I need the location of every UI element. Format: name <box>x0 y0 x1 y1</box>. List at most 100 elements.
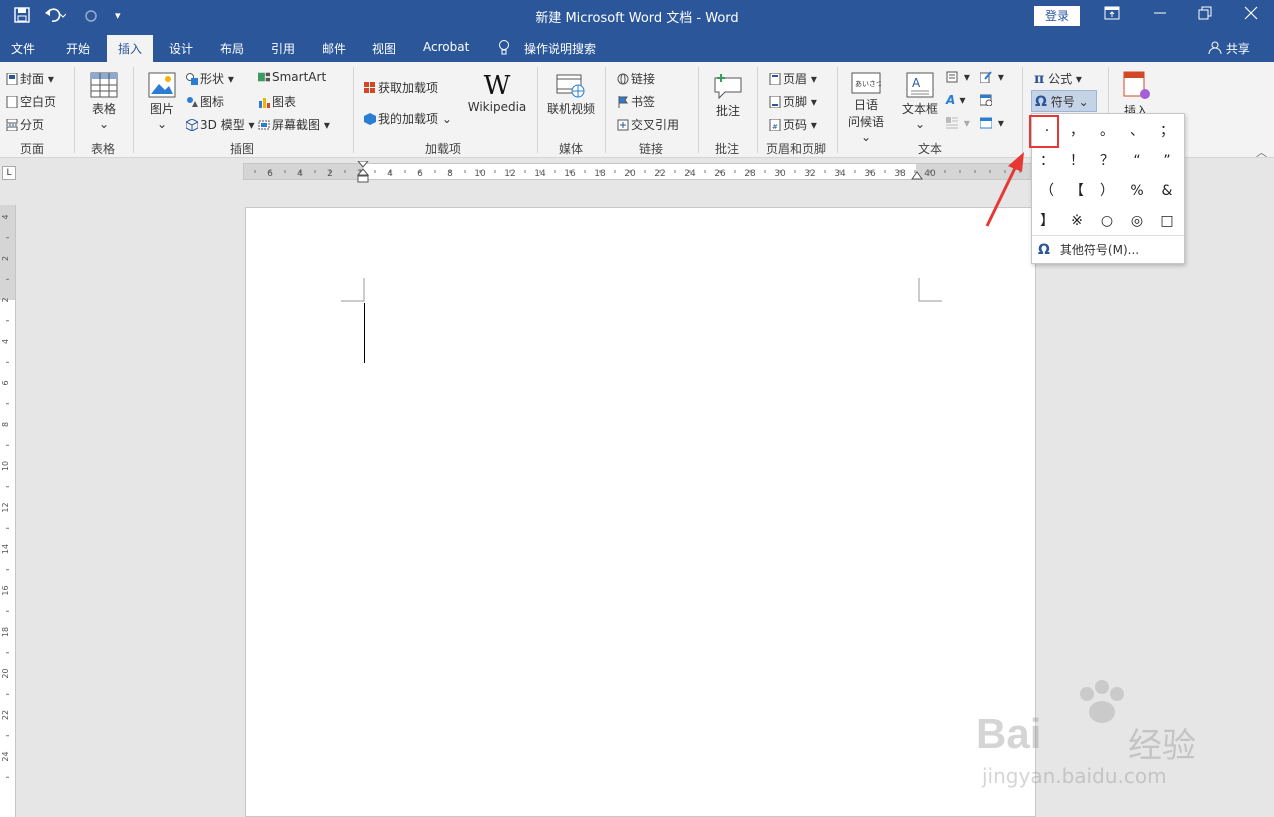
tab-insert[interactable]: 插入 <box>107 35 154 62</box>
symbol-cell[interactable]: ※ <box>1065 209 1089 233</box>
minimize-icon[interactable] <box>1153 6 1167 24</box>
right-indent-marker[interactable] <box>911 170 923 180</box>
smartart-button[interactable]: SmartArt <box>258 70 326 84</box>
ruler-label: 18 <box>1 627 10 637</box>
tab-acrobat[interactable]: Acrobat <box>423 40 469 54</box>
table-button[interactable]: 表格 ⌄ <box>86 72 122 131</box>
ruler-label: 8 <box>447 169 453 179</box>
more-symbols-item[interactable]: Ω 其他符号(M)... <box>1038 241 1139 258</box>
object-button[interactable]: ▾ <box>980 116 1004 130</box>
symbol-cell[interactable]: & <box>1155 179 1179 203</box>
3d-model-label: 3D 模型 <box>200 118 245 132</box>
drop-cap-button[interactable]: ▾ <box>946 116 970 130</box>
icons-button[interactable]: 图标 <box>186 93 224 110</box>
symbol-cell[interactable]: “ <box>1125 149 1149 173</box>
symbol-cell[interactable]: ， <box>1065 119 1089 143</box>
tab-home[interactable]: 开始 <box>66 40 90 57</box>
ruler-label: 2 <box>1 297 10 302</box>
my-addins-button[interactable]: 我的加载项 ⌄ <box>364 110 452 127</box>
symbol-cell[interactable]: 】 <box>1035 209 1059 233</box>
bookmark-button[interactable]: 书签 <box>617 93 655 110</box>
cross-reference-button[interactable]: 交叉引用 <box>617 116 679 133</box>
icons-label: 图标 <box>200 95 225 109</box>
link-button[interactable]: 链接 <box>617 70 655 87</box>
text-box-button[interactable]: A 文本框 ⌄ <box>900 72 940 131</box>
symbol-cell[interactable]: 【 <box>1065 179 1089 203</box>
tab-view[interactable]: 视图 <box>372 40 396 57</box>
indent-marker[interactable] <box>357 161 369 183</box>
get-addins-button[interactable]: 获取加载项 <box>364 79 438 96</box>
share-button[interactable]: 共享 <box>1208 40 1250 57</box>
blank-page-label: 空白页 <box>20 95 57 109</box>
symbol-cell[interactable]: （ <box>1035 179 1059 203</box>
ruler-label: 10 <box>1 461 10 471</box>
wordart-button[interactable]: A ▾ <box>946 93 966 107</box>
greeting-card-icon: あいさつ <box>851 72 881 94</box>
header-icon <box>769 73 781 85</box>
date-time-button[interactable] <box>980 93 994 107</box>
login-button[interactable]: 登录 <box>1034 6 1080 26</box>
group-label-tables: 表格 <box>91 142 116 156</box>
japanese-greetings-button[interactable]: あいさつ 日语 问候语 ⌄ <box>846 72 886 144</box>
close-icon[interactable] <box>1244 6 1258 24</box>
screenshot-button[interactable]: 屏幕截图 ▾ <box>258 116 330 133</box>
divider <box>1022 67 1023 153</box>
tab-selector[interactable]: L <box>2 166 16 180</box>
ruler-label: 20 <box>624 169 636 179</box>
insert-media-icon <box>1123 71 1150 99</box>
symbol-cell[interactable]: ◎ <box>1125 209 1149 233</box>
ruler-label: 36 <box>864 169 876 179</box>
symbol-button[interactable]: Ω 符号 ⌄ <box>1031 90 1097 112</box>
symbol-cell[interactable]: % <box>1125 179 1149 203</box>
highlight-box <box>1029 115 1059 148</box>
vertical-ruler[interactable]: 4 2 2 4 6 8 10 12 14 16 18 20 22 24 <box>0 205 16 817</box>
tab-references[interactable]: 引用 <box>271 40 295 57</box>
watermark-cn: 经验 <box>1128 726 1196 766</box>
quick-parts-button[interactable]: ▾ <box>946 70 970 84</box>
horizontal-ruler[interactable]: 642246810121416182022242628303234363840 <box>243 161 1037 183</box>
header-button[interactable]: 页眉 ▾ <box>769 70 817 87</box>
link-label: 链接 <box>631 72 656 86</box>
picture-icon <box>148 72 176 98</box>
svg-text:#: # <box>772 123 778 131</box>
smartart-icon <box>258 72 270 82</box>
document-page[interactable] <box>245 207 1036 817</box>
blank-page-button[interactable]: 空白页 <box>6 93 56 110</box>
3d-model-button[interactable]: 3D 模型 ▾ <box>186 116 255 133</box>
footer-button[interactable]: 页脚 ▾ <box>769 93 817 110</box>
wikipedia-icon: W <box>483 71 511 101</box>
ruler-label: 38 <box>894 169 906 179</box>
symbol-cell[interactable]: ” <box>1155 149 1179 173</box>
tell-me-search[interactable]: 操作说明搜索 <box>524 40 596 57</box>
symbol-cell[interactable]: ： <box>1035 149 1059 173</box>
tab-mailings[interactable]: 邮件 <box>322 40 346 57</box>
symbol-cell[interactable]: 、 <box>1125 119 1149 143</box>
symbol-cell[interactable]: 。 <box>1095 119 1119 143</box>
picture-button[interactable]: 图片 ⌄ <box>146 72 178 131</box>
signature-line-button[interactable]: ▾ <box>980 70 1004 84</box>
comment-button[interactable]: 批注 <box>710 72 746 119</box>
link-icon <box>617 73 629 85</box>
page-number-button[interactable]: # 页码 ▾ <box>769 116 817 133</box>
equation-button[interactable]: π 公式 ▾ <box>1034 70 1082 87</box>
restore-icon[interactable] <box>1198 6 1212 24</box>
symbol-cell[interactable]: ！ <box>1065 149 1089 173</box>
shapes-button[interactable]: 形状 ▾ <box>186 70 234 87</box>
symbol-cell[interactable]: □ <box>1155 209 1179 233</box>
cover-page-button[interactable]: 封面 ▾ <box>6 70 54 87</box>
wikipedia-button[interactable]: W Wikipedia <box>466 72 528 114</box>
symbol-cell[interactable]: ○ <box>1095 209 1119 233</box>
tab-layout[interactable]: 布局 <box>220 40 244 57</box>
chart-button[interactable]: 图表 <box>258 93 296 110</box>
my-addins-label: 我的加载项 <box>378 112 439 126</box>
symbol-cell[interactable]: ） <box>1095 179 1119 203</box>
ribbon-display-icon[interactable] <box>1104 6 1120 24</box>
page-break-button[interactable]: 分页 <box>6 116 44 133</box>
symbol-cell[interactable]: ； <box>1155 119 1179 143</box>
tab-design[interactable]: 设计 <box>169 40 193 57</box>
insert-button[interactable]: 插入 <box>1116 70 1156 119</box>
online-video-button[interactable]: 联机视频 <box>545 72 597 117</box>
cross-reference-label: 交叉引用 <box>631 118 680 132</box>
symbol-cell[interactable]: ？ <box>1095 149 1119 173</box>
tab-file[interactable]: 文件 <box>11 40 35 57</box>
